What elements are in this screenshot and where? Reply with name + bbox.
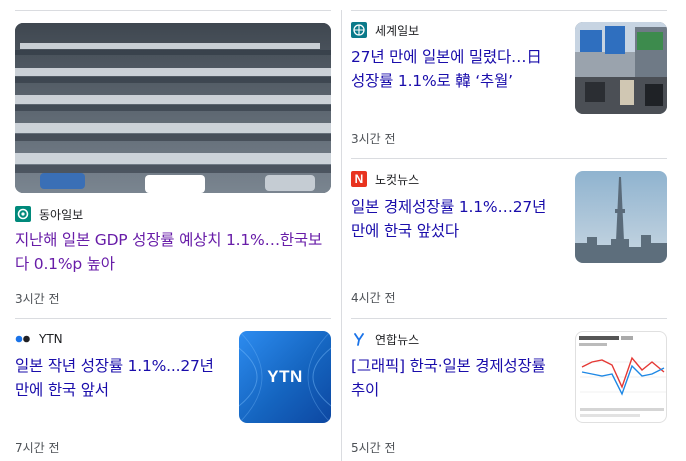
article-thumbnail[interactable] — [575, 171, 667, 263]
article-headline-link[interactable]: 지난해 일본 GDP 성장률 예상치 1.1%…한국보다 0.1%p 높아 — [15, 228, 331, 276]
article-thumbnail[interactable] — [575, 331, 667, 423]
article-headline-link[interactable]: 일본 경제성장률 1.1%…27년 만에 한국 앞섰다 — [351, 195, 559, 243]
article-thumbnail[interactable] — [15, 23, 331, 193]
article-source: 세계일보 — [351, 22, 419, 38]
article-thumbnail[interactable] — [575, 22, 667, 114]
article-time: 7시간 전 — [15, 441, 60, 455]
news-card[interactable]: N 노컷뉴스 일본 경제성장률 1.1%…27년 만에 한국 앞섰다 4시간 전 — [351, 171, 667, 306]
source-name: 세계일보 — [375, 23, 420, 38]
article-headline-link[interactable]: [그래픽] 한국·일본 경제성장률 추이 — [351, 354, 559, 402]
article-time: 5시간 전 — [351, 441, 396, 455]
segye-logo-icon — [351, 22, 367, 38]
article-time: 3시간 전 — [351, 132, 396, 146]
article-time: 3시간 전 — [15, 292, 60, 306]
divider — [15, 10, 331, 11]
divider — [351, 158, 667, 159]
tokyo-skytree-photo — [575, 171, 667, 263]
article-source: YTN — [15, 331, 63, 347]
source-name: 동아일보 — [39, 207, 84, 222]
news-card[interactable]: 세계일보 27년 만에 일본에 밀렸다…日 성장률 1.1%로 韓 ‘추월’ 3… — [351, 22, 667, 147]
divider — [351, 318, 667, 319]
article-source: 동아일보 — [15, 206, 83, 222]
street-photo — [575, 22, 667, 114]
ytn-logo-icon — [15, 331, 31, 347]
divider — [351, 10, 667, 11]
ytn-logo-text: YTN — [267, 367, 303, 386]
source-name: 연합뉴스 — [375, 332, 420, 347]
article-headline-link[interactable]: 27년 만에 일본에 밀렸다…日 성장률 1.1%로 韓 ‘추월’ — [351, 45, 559, 93]
nocutnews-logo-icon: N — [351, 171, 367, 187]
article-source: 연합뉴스 — [351, 331, 419, 347]
column-divider — [341, 10, 342, 461]
growth-rate-chart-graphic — [579, 336, 666, 417]
yonhap-logo-icon — [351, 331, 367, 347]
divider — [15, 318, 331, 319]
parking-lot-photo — [15, 23, 331, 193]
news-card[interactable]: YTN 일본 작년 성장률 1.1%...27년 만에 한국 앞서 7시간 전 … — [15, 331, 331, 456]
article-thumbnail[interactable]: YTN — [239, 331, 331, 423]
donga-logo-icon — [15, 206, 31, 222]
article-headline-link[interactable]: 일본 작년 성장률 1.1%...27년 만에 한국 앞서 — [15, 354, 223, 402]
source-name: YTN — [39, 332, 63, 346]
article-time: 4시간 전 — [351, 291, 396, 305]
article-source: N 노컷뉴스 — [351, 171, 419, 187]
news-card[interactable]: 연합뉴스 [그래픽] 한국·일본 경제성장률 추이 5시간 전 — [351, 331, 667, 456]
source-name: 노컷뉴스 — [375, 172, 420, 187]
news-card-large[interactable]: 동아일보 지난해 일본 GDP 성장률 예상치 1.1%…한국보다 0.1%p … — [15, 23, 331, 313]
